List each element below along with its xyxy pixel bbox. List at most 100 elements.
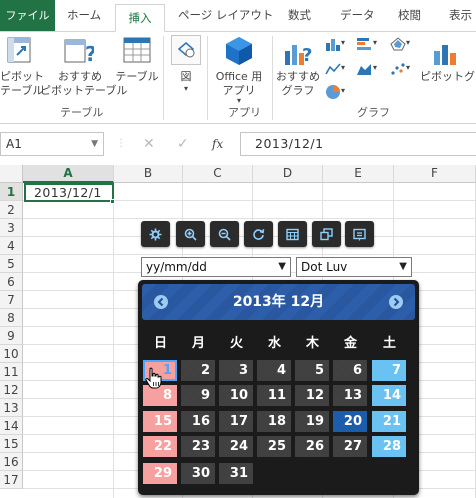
picker-tool-refresh-button[interactable] (244, 221, 273, 247)
fill-handle[interactable] (110, 199, 115, 204)
calendar-day[interactable]: 9 (181, 385, 215, 406)
calendar-day[interactable]: 2 (181, 360, 215, 381)
calendar-day[interactable]: 29 (143, 463, 177, 484)
calendar-icon (286, 228, 299, 241)
column-header-e[interactable]: E (323, 165, 394, 183)
name-box[interactable]: A1 ▼ (0, 132, 104, 156)
row-header-17[interactable]: 17 (0, 471, 23, 489)
picker-tool-gear-button[interactable] (141, 221, 170, 247)
calendar-day[interactable]: 28 (372, 436, 406, 457)
column-chart-icon[interactable] (325, 37, 341, 51)
prev-month-button[interactable] (154, 295, 168, 309)
calendar-day[interactable]: 7 (372, 360, 406, 381)
column-header-f[interactable]: F (394, 165, 476, 183)
calendar-day[interactable]: 15 (143, 411, 177, 432)
name-box-dropdown-icon[interactable]: ▼ (91, 133, 98, 155)
tab-page-layout[interactable]: ページ レイアウト (178, 0, 273, 31)
row-header-2[interactable]: 2 (0, 201, 23, 219)
weekday-header: 日 (153, 336, 167, 351)
calendar-day[interactable]: 5 (295, 360, 329, 381)
calendar-day[interactable]: 27 (333, 436, 367, 457)
calendar-day[interactable]: 6 (333, 360, 367, 381)
row-header-15[interactable]: 15 (0, 435, 23, 453)
theme-select[interactable]: Dot Luv ▼ (296, 257, 412, 277)
area-chart-icon[interactable] (356, 62, 372, 76)
row-header-11[interactable]: 11 (0, 363, 23, 381)
row-header-10[interactable]: 10 (0, 345, 23, 363)
calendar-day[interactable]: 31 (219, 463, 253, 484)
line-chart-icon[interactable] (325, 62, 341, 76)
tab-file[interactable]: ファイル (0, 0, 55, 31)
tab-home[interactable]: ホーム (67, 0, 101, 31)
row-header-3[interactable]: 3 (0, 219, 23, 237)
formula-input[interactable]: 2013/12/1 (240, 132, 476, 156)
weekday-header: 水 (267, 336, 281, 351)
recommended-charts-label-1: おすすめ (276, 70, 320, 83)
tab-formulas[interactable]: 数式 (288, 0, 311, 31)
row-header-7[interactable]: 7 (0, 291, 23, 309)
format-select[interactable]: yy/mm/dd ▼ (141, 257, 291, 277)
grid-row-line (23, 254, 476, 255)
calendar-day[interactable]: 24 (219, 436, 253, 457)
row-header-12[interactable]: 12 (0, 381, 23, 399)
calendar-day[interactable]: 17 (219, 411, 253, 432)
more-options-icon[interactable]: ⋮ (116, 132, 126, 156)
picker-tool-zoom-in-button[interactable] (176, 221, 205, 247)
calendar-day[interactable]: 19 (295, 411, 329, 432)
picker-tool-info-button[interactable] (345, 221, 374, 247)
shapes-icon (177, 42, 195, 58)
insert-function-icon[interactable]: fx (212, 132, 223, 156)
bar-chart-icon[interactable] (356, 37, 372, 51)
row-header-14[interactable]: 14 (0, 417, 23, 435)
svg-text:?: ? (302, 45, 312, 66)
row-header-5[interactable]: 5 (0, 255, 23, 273)
calendar-day[interactable]: 20 (333, 411, 367, 432)
column-header-a[interactable]: A (23, 165, 114, 183)
next-month-button[interactable] (389, 295, 403, 309)
row-header-6[interactable]: 6 (0, 273, 23, 291)
pivot-table-icon (7, 37, 31, 63)
select-all-corner[interactable] (0, 165, 23, 183)
row-header-13[interactable]: 13 (0, 399, 23, 417)
column-header-b[interactable]: B (114, 165, 183, 183)
calendar-day[interactable]: 10 (219, 385, 253, 406)
calendar-day[interactable]: 16 (181, 411, 215, 432)
calendar-day[interactable]: 21 (372, 411, 406, 432)
tab-review[interactable]: 校閲 (398, 0, 421, 31)
column-header-d[interactable]: D (253, 165, 323, 183)
scatter-chart-icon[interactable] (390, 62, 406, 76)
tab-insert[interactable]: 挿入 (115, 4, 165, 32)
cell-a1[interactable]: 2013/12/1 (24, 183, 114, 202)
calendar-day[interactable]: 23 (181, 436, 215, 457)
calendar-day[interactable]: 14 (372, 385, 406, 406)
pivot-table-label-1: ピボット (0, 70, 44, 83)
ribbon-insert: ピボット テーブル ? おすすめ ピボットテーブル テーブル (0, 32, 476, 124)
calendar-day[interactable]: 12 (295, 385, 329, 406)
calendar-day[interactable]: 13 (333, 385, 367, 406)
radar-chart-icon[interactable] (390, 37, 406, 51)
calendar-day[interactable]: 11 (257, 385, 291, 406)
picker-tool-zoom-out-button[interactable] (210, 221, 239, 247)
chevron-right-icon (393, 297, 400, 307)
calendar-day[interactable]: 30 (181, 463, 215, 484)
calendar-day[interactable]: 4 (257, 360, 291, 381)
row-header-4[interactable]: 4 (0, 237, 23, 255)
refresh-icon (253, 229, 265, 240)
cancel-edit-icon[interactable]: ✕ (143, 132, 155, 156)
calendar-day[interactable]: 25 (257, 436, 291, 457)
tab-data[interactable]: データ (340, 0, 375, 31)
calendar-day[interactable]: 22 (143, 436, 177, 457)
row-header-9[interactable]: 9 (0, 327, 23, 345)
tab-view[interactable]: 表示 (449, 0, 472, 31)
pie-chart-icon[interactable] (325, 84, 341, 100)
column-header-c[interactable]: C (183, 165, 253, 183)
row-header-16[interactable]: 16 (0, 453, 23, 471)
confirm-edit-icon[interactable]: ✓ (177, 132, 189, 156)
row-header-8[interactable]: 8 (0, 309, 23, 327)
picker-tool-copy-button[interactable] (312, 221, 341, 247)
picker-tool-calendar-button[interactable] (278, 221, 307, 247)
row-header-1[interactable]: 1 (0, 183, 23, 201)
calendar-day[interactable]: 3 (219, 360, 253, 381)
calendar-day[interactable]: 18 (257, 411, 291, 432)
calendar-day[interactable]: 26 (295, 436, 329, 457)
